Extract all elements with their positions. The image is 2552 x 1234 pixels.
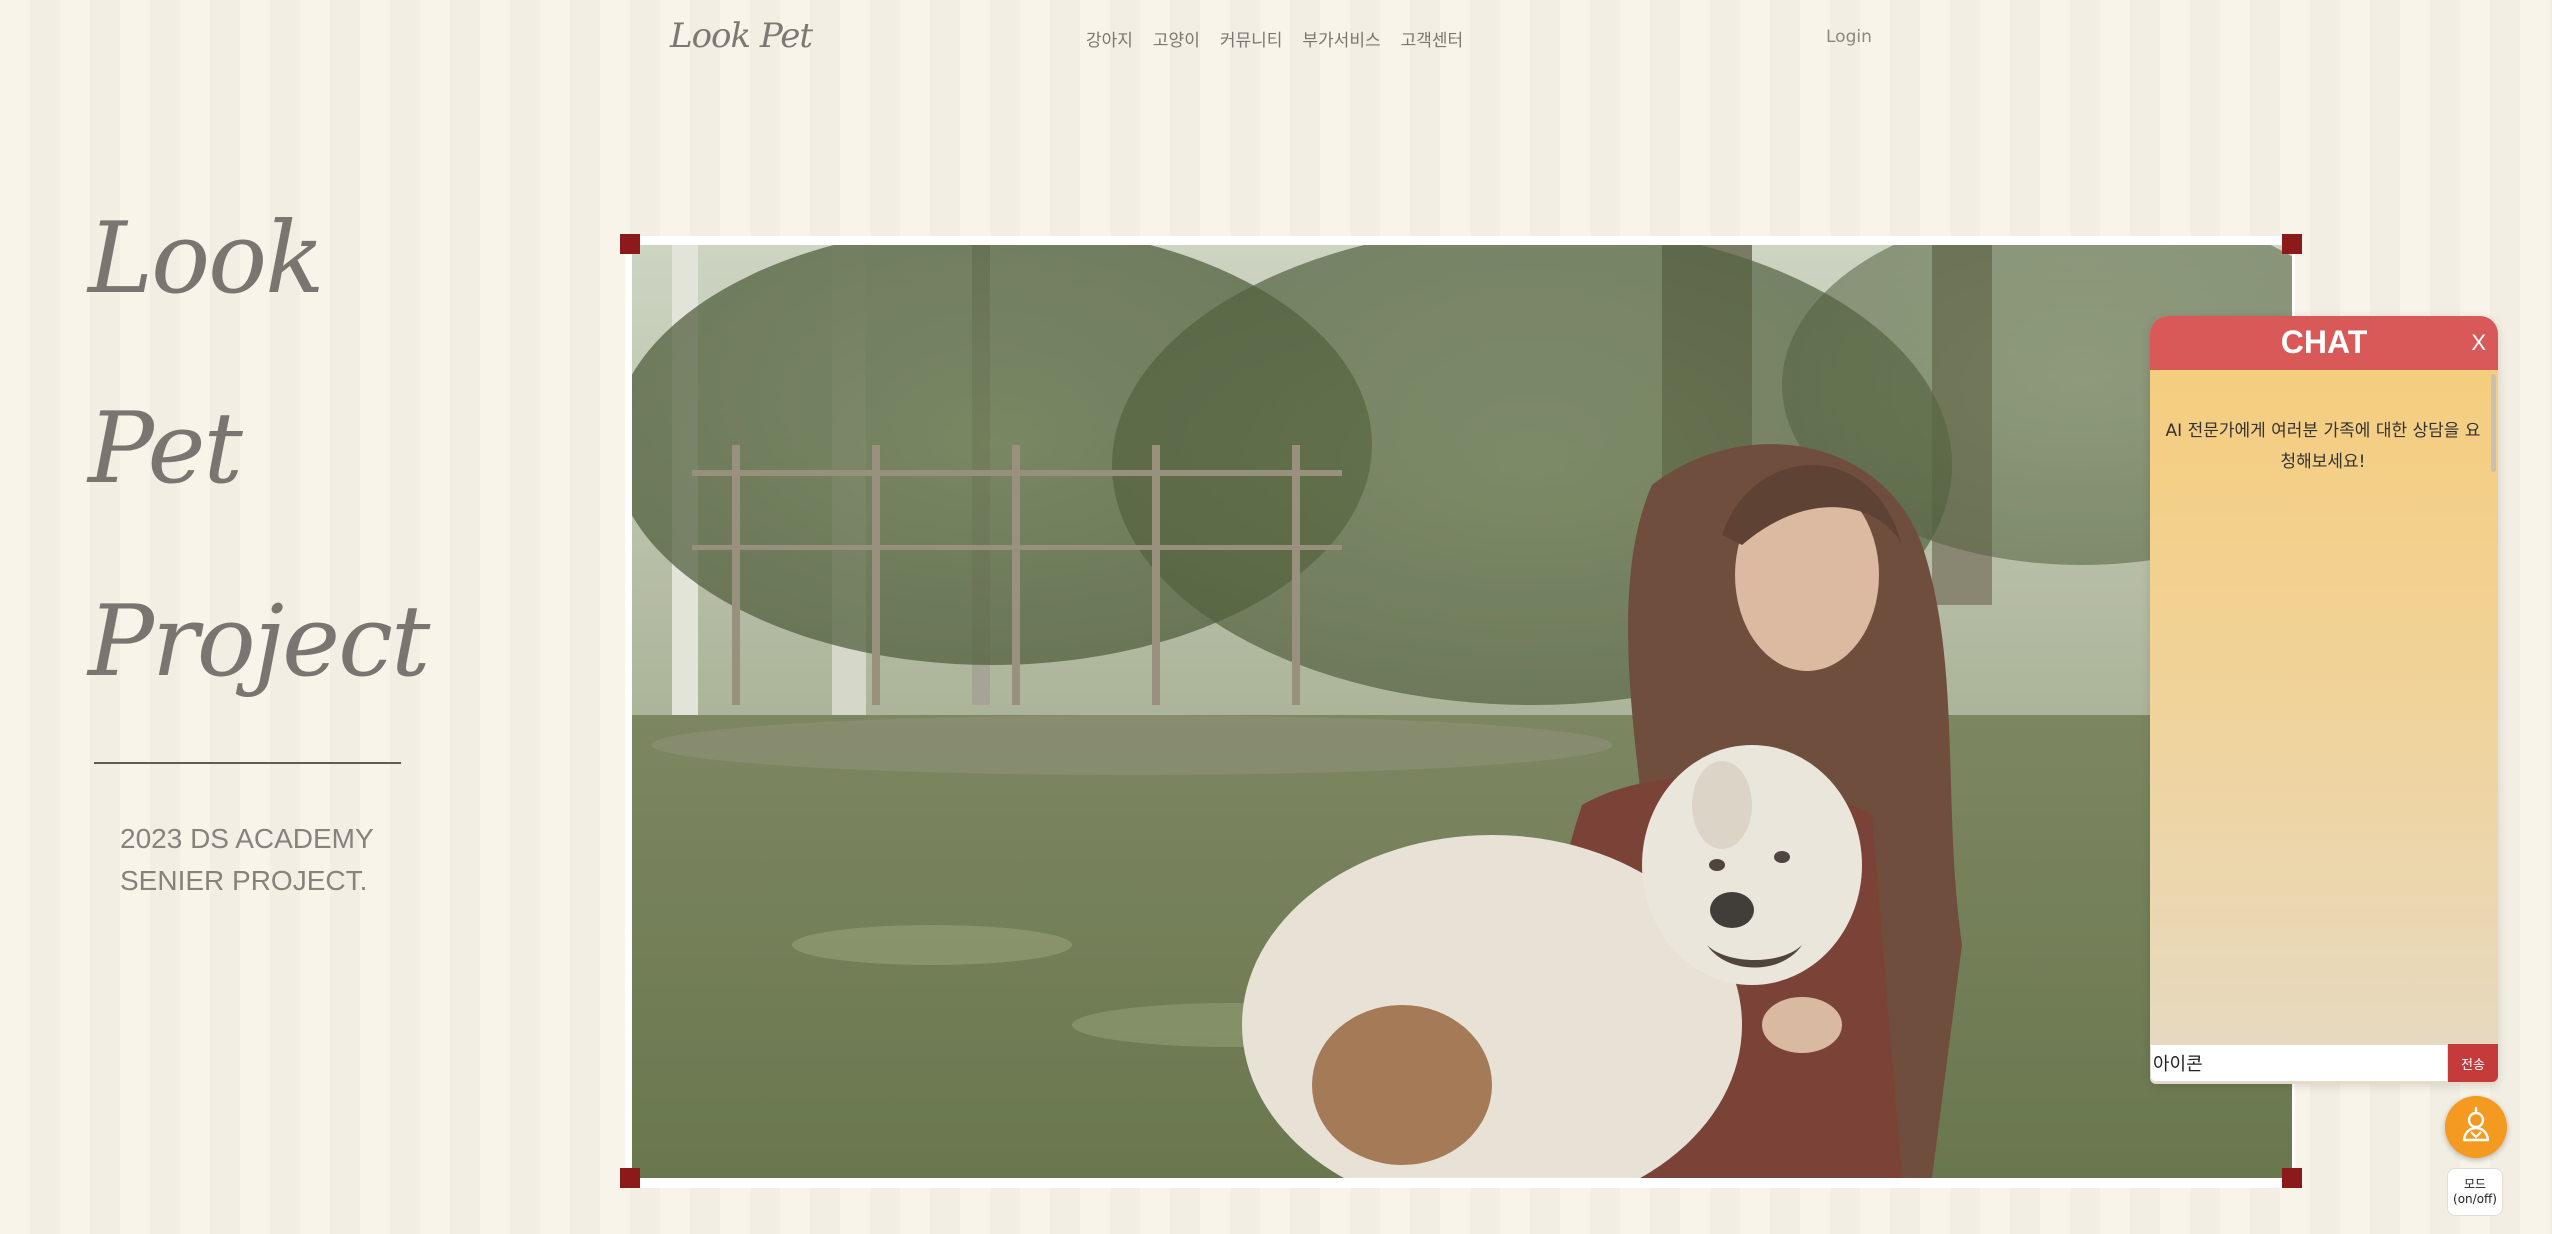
hero-subtitle-line1: 2023 DS ACADEMY — [120, 823, 374, 854]
chat-header: CHAT X — [2150, 316, 2498, 370]
hero-word-project: Project — [88, 585, 430, 699]
frame-corner-bottom-right — [2282, 1168, 2302, 1188]
frame-corner-top-left — [620, 234, 640, 254]
chat-welcome-message: AI 전문가에게 여러분 가족에 대한 상담을 요청해보세요! — [2165, 421, 2481, 472]
chat-title: CHAT — [2280, 324, 2368, 360]
frame-corner-top-right — [2282, 234, 2302, 254]
hero-subtitle: 2023 DS ACADEMY SENIER PROJECT. — [120, 818, 374, 902]
chat-input[interactable] — [2150, 1044, 2448, 1082]
main-nav: 강아지 고양이 커뮤니티 부가서비스 고객센터 — [1086, 26, 1463, 51]
hero-subtitle-line2: SENIER PROJECT. — [120, 865, 368, 896]
mode-toggle-label: 모드 — [2463, 1177, 2487, 1191]
chat-send-button[interactable]: 전송 — [2448, 1044, 2498, 1082]
hero-divider — [94, 762, 401, 764]
frame-corner-bottom-left — [620, 1168, 640, 1188]
hero-photo — [632, 245, 2292, 1178]
chat-close-button[interactable]: X — [2471, 330, 2486, 356]
nav-item-dog[interactable]: 강아지 — [1086, 26, 1133, 51]
assistant-fab-button[interactable] — [2445, 1096, 2507, 1158]
mode-toggle-sublabel: (on/off) — [2453, 1192, 2497, 1206]
assistant-icon — [2457, 1106, 2495, 1148]
nav-item-cat[interactable]: 고양이 — [1153, 26, 1200, 51]
hero-word-pet: Pet — [88, 392, 243, 506]
hero-word-look: Look — [88, 202, 324, 316]
nav-item-community[interactable]: 커뮤니티 — [1220, 26, 1283, 51]
chat-input-row: 전송 — [2150, 1044, 2498, 1084]
site-logo[interactable]: Look Pet — [670, 16, 813, 56]
hero-photo-illustration — [632, 245, 2292, 1178]
nav-item-customer-center[interactable]: 고객센터 — [1401, 26, 1464, 51]
nav-item-extra-services[interactable]: 부가서비스 — [1302, 26, 1380, 51]
login-link[interactable]: Login — [1826, 27, 1872, 47]
chat-scrollbar[interactable] — [2491, 374, 2496, 472]
chat-panel: CHAT X AI 전문가에게 여러분 가족에 대한 상담을 요청해보세요! 전… — [2150, 316, 2498, 1084]
mode-toggle-button[interactable]: 모드 (on/off) — [2447, 1168, 2503, 1216]
